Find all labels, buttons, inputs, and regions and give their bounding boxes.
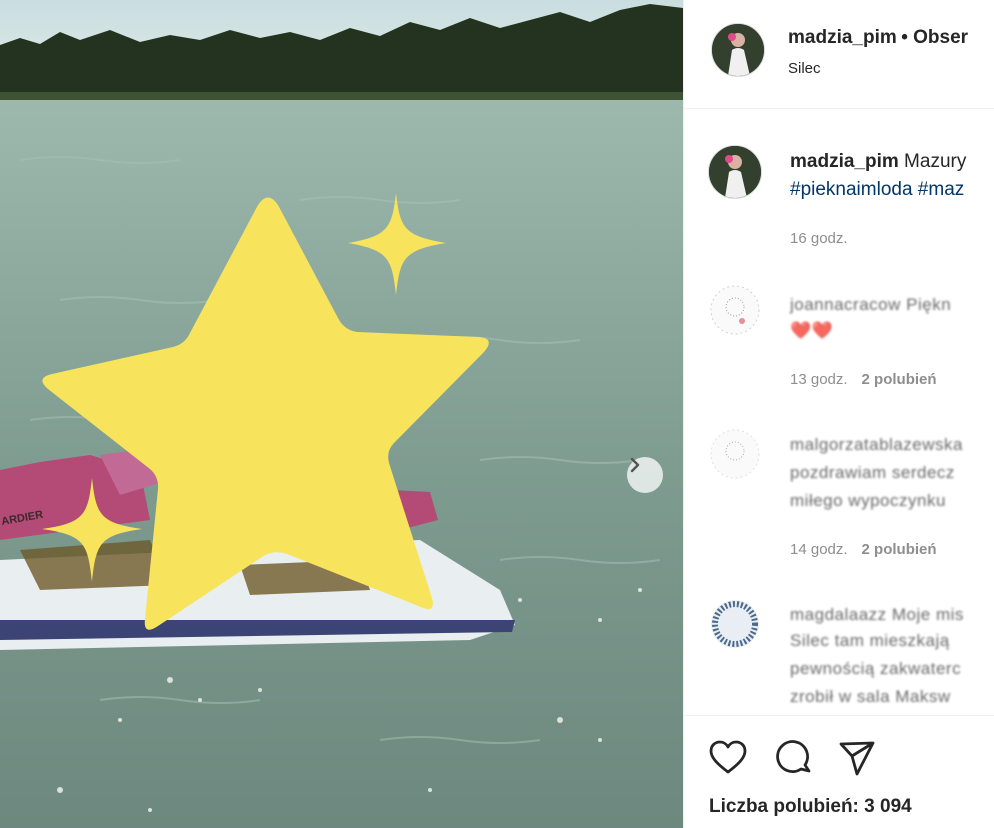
chevron-right-icon [630, 457, 640, 473]
post-photo: ARDIER [0, 0, 683, 828]
author-username[interactable]: madzia_pim [788, 27, 897, 48]
paper-plane-icon[interactable] [837, 738, 877, 778]
comment-likes[interactable]: 2 polubień [862, 541, 937, 558]
caption-hashtags[interactable]: #pieknaimloda #maz [790, 179, 964, 201]
author-avatar[interactable] [711, 23, 765, 77]
comment-text: ❤️❤️ [790, 321, 834, 340]
comments-list: madzia_pim Mazury #pieknaimloda #maz 16 … [684, 109, 994, 713]
caption-username[interactable]: madzia_pim [790, 151, 899, 172]
caption-avatar[interactable] [708, 145, 762, 199]
comment-text: pewnością zakwaterc [790, 659, 962, 678]
post-actions: Liczba polubień: 3 094 [684, 715, 994, 828]
comment-icon[interactable] [774, 738, 814, 778]
photo-scene: ARDIER [0, 0, 683, 828]
post-location[interactable]: Silec [788, 60, 821, 77]
post-header: madzia_pim • Obser Silec [684, 0, 994, 109]
caption-text: madzia_pim Mazury [790, 151, 966, 173]
comment-text: Silec tam mieszkają [790, 631, 950, 650]
caption-time[interactable]: 16 godz. [790, 230, 848, 247]
comment-text: joannacracow Piękn [790, 295, 952, 314]
comment-time[interactable]: 13 godz. [790, 371, 848, 388]
caption-body: Mazury [904, 151, 967, 172]
avatar-image [709, 146, 761, 198]
comment-text: miłego wypoczynku [790, 491, 946, 510]
comment-avatar[interactable] [710, 429, 760, 479]
comment-avatar[interactable] [710, 599, 760, 649]
comment-text: magdalaazz Moje mis [790, 605, 964, 624]
header-name-row: madzia_pim • Obser [788, 27, 968, 49]
comment-text: pozdrawiam serdecz [790, 463, 955, 482]
comment-meta: 13 godz. 2 polubień [790, 371, 937, 388]
comment-text: malgorzatablazewska [790, 435, 963, 454]
comment-text: zrobił w sala Maksw [790, 687, 951, 706]
next-photo-button[interactable] [627, 457, 663, 493]
comment-meta: 14 godz. 2 polubień [790, 541, 937, 558]
heart-icon[interactable] [708, 738, 748, 778]
comment-likes[interactable]: 2 polubień [862, 371, 937, 388]
comment-time[interactable]: 14 godz. [790, 541, 848, 558]
comment-avatar[interactable] [710, 285, 760, 335]
likes-count[interactable]: Liczba polubień: 3 094 [709, 796, 912, 818]
avatar-image [712, 24, 764, 76]
follow-button[interactable]: • Obser [901, 27, 968, 48]
post-side-panel: madzia_pim • Obser Silec madzia_pim Mazu… [683, 0, 994, 828]
